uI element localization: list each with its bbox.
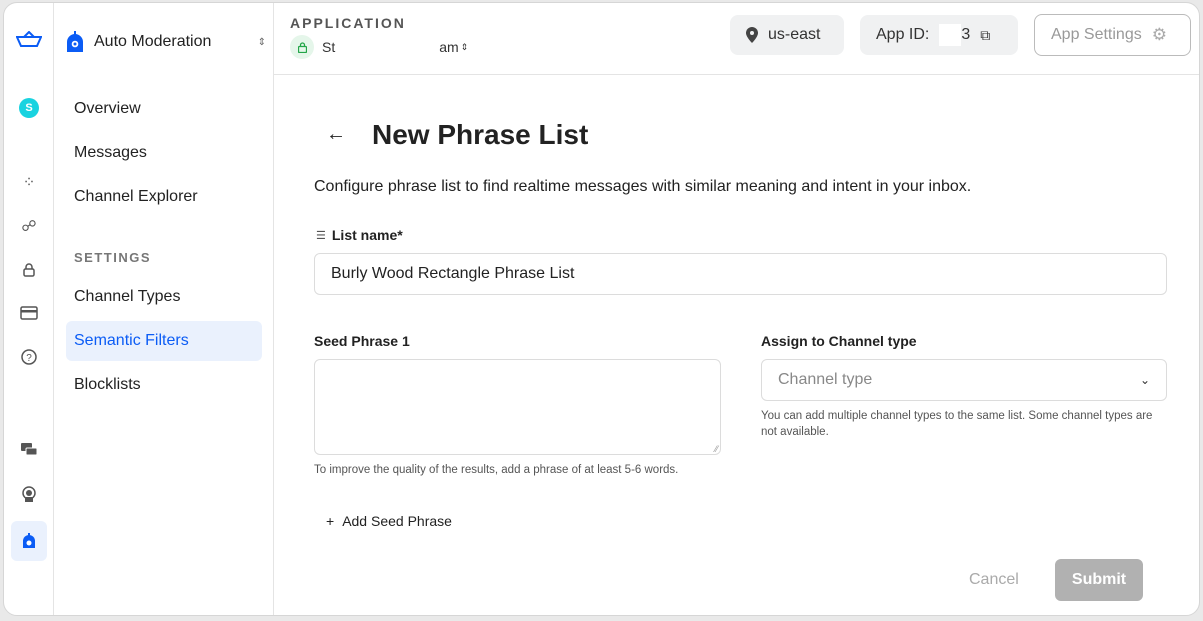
nav-item-semantic-filters[interactable]: Semantic Filters — [66, 321, 262, 361]
app-settings-button[interactable]: App Settings ⚙ — [1034, 14, 1191, 56]
region-text: us-east — [768, 26, 821, 43]
page-title: New Phrase List — [372, 119, 589, 150]
app-window: S ⁘ ☍ ? Auto Moderation ⇕ Overview Messa… — [3, 2, 1200, 616]
list-name-label: ☰ List name* — [316, 227, 403, 243]
add-seed-phrase-button[interactable]: + Add Seed Phrase — [326, 513, 452, 529]
users-icon[interactable]: ☍ — [12, 209, 46, 243]
app-id-value: 3 — [961, 26, 971, 43]
resize-handle-icon[interactable]: ⁄⁄ — [715, 444, 718, 454]
plus-icon: + — [326, 513, 335, 529]
channel-type-placeholder: Channel type — [778, 371, 873, 388]
region-badge[interactable]: us-east — [730, 15, 844, 55]
channel-type-select[interactable]: Channel type ⌄ — [761, 359, 1167, 401]
chat-icon[interactable] — [12, 433, 46, 467]
submit-button[interactable]: Submit — [1055, 559, 1143, 601]
avatar[interactable]: S — [12, 91, 46, 125]
nav-item-channel-explorer[interactable]: Channel Explorer — [66, 177, 262, 217]
channel-type-label: Assign to Channel type — [761, 333, 917, 349]
app-name-end: am — [439, 39, 459, 55]
help-icon[interactable]: ? — [12, 340, 46, 374]
lock-icon — [290, 35, 314, 59]
page-description: Configure phrase list to find realtime m… — [314, 178, 972, 195]
moderation-icon — [67, 31, 83, 52]
chevron-updown-icon: ⇕ — [460, 41, 469, 52]
icon-rail: S ⁘ ☍ ? — [4, 3, 54, 615]
settings-section-label: SETTINGS — [74, 250, 152, 265]
main-panel: APPLICATION St am ⇕ us-east App ID: 3 ⧉ … — [274, 3, 1199, 615]
credit-card-icon[interactable] — [12, 296, 46, 330]
lock-icon[interactable] — [12, 253, 46, 287]
channel-help-text: You can add multiple channel types to th… — [761, 410, 1153, 438]
cancel-button[interactable]: Cancel — [969, 571, 1019, 589]
list-icon: ☰ — [316, 229, 326, 242]
broadcast-icon[interactable] — [12, 477, 46, 511]
header: APPLICATION St am ⇕ us-east App ID: 3 ⧉ … — [274, 3, 1199, 75]
seed-help-text: To improve the quality of the results, a… — [314, 464, 679, 476]
copy-icon[interactable]: ⧉ — [980, 27, 990, 44]
product-switcher[interactable]: Auto Moderation ⇕ — [66, 27, 266, 57]
application-label: APPLICATION — [290, 15, 406, 31]
add-seed-label: Add Seed Phrase — [342, 513, 452, 529]
nav-item-overview[interactable]: Overview — [66, 89, 262, 129]
nav-item-channel-types[interactable]: Channel Types — [66, 277, 262, 317]
gear-icon: ⚙ — [1151, 25, 1167, 44]
apps-add-icon[interactable]: ⁘ — [12, 165, 46, 199]
seed-phrase-textarea[interactable]: ⁄⁄ — [314, 359, 721, 455]
app-id-label: App ID: — [876, 26, 930, 43]
app-id-badge[interactable]: App ID: 3 ⧉ — [860, 15, 1018, 55]
moderation-icon[interactable] — [11, 521, 47, 561]
app-switcher[interactable]: St am ⇕ — [290, 35, 468, 59]
seed-phrase-label: Seed Phrase 1 — [314, 333, 410, 349]
app-settings-label: App Settings — [1051, 26, 1142, 43]
redacted — [939, 24, 962, 46]
side-nav: Auto Moderation ⇕ Overview Messages Chan… — [54, 3, 274, 615]
product-name: Auto Moderation — [94, 33, 212, 50]
chevron-updown-icon: ⇕ — [257, 36, 266, 48]
app-name-start: St — [322, 39, 336, 55]
svg-text:?: ? — [26, 353, 32, 364]
location-pin-icon — [746, 27, 758, 43]
nav-item-messages[interactable]: Messages — [66, 133, 262, 173]
back-arrow-icon[interactable]: ← — [326, 123, 346, 146]
boat-logo-icon[interactable] — [12, 23, 46, 57]
chevron-down-icon: ⌄ — [1139, 373, 1150, 387]
list-name-input[interactable]: Burly Wood Rectangle Phrase List — [314, 253, 1167, 295]
nav-item-blocklists[interactable]: Blocklists — [66, 365, 262, 405]
